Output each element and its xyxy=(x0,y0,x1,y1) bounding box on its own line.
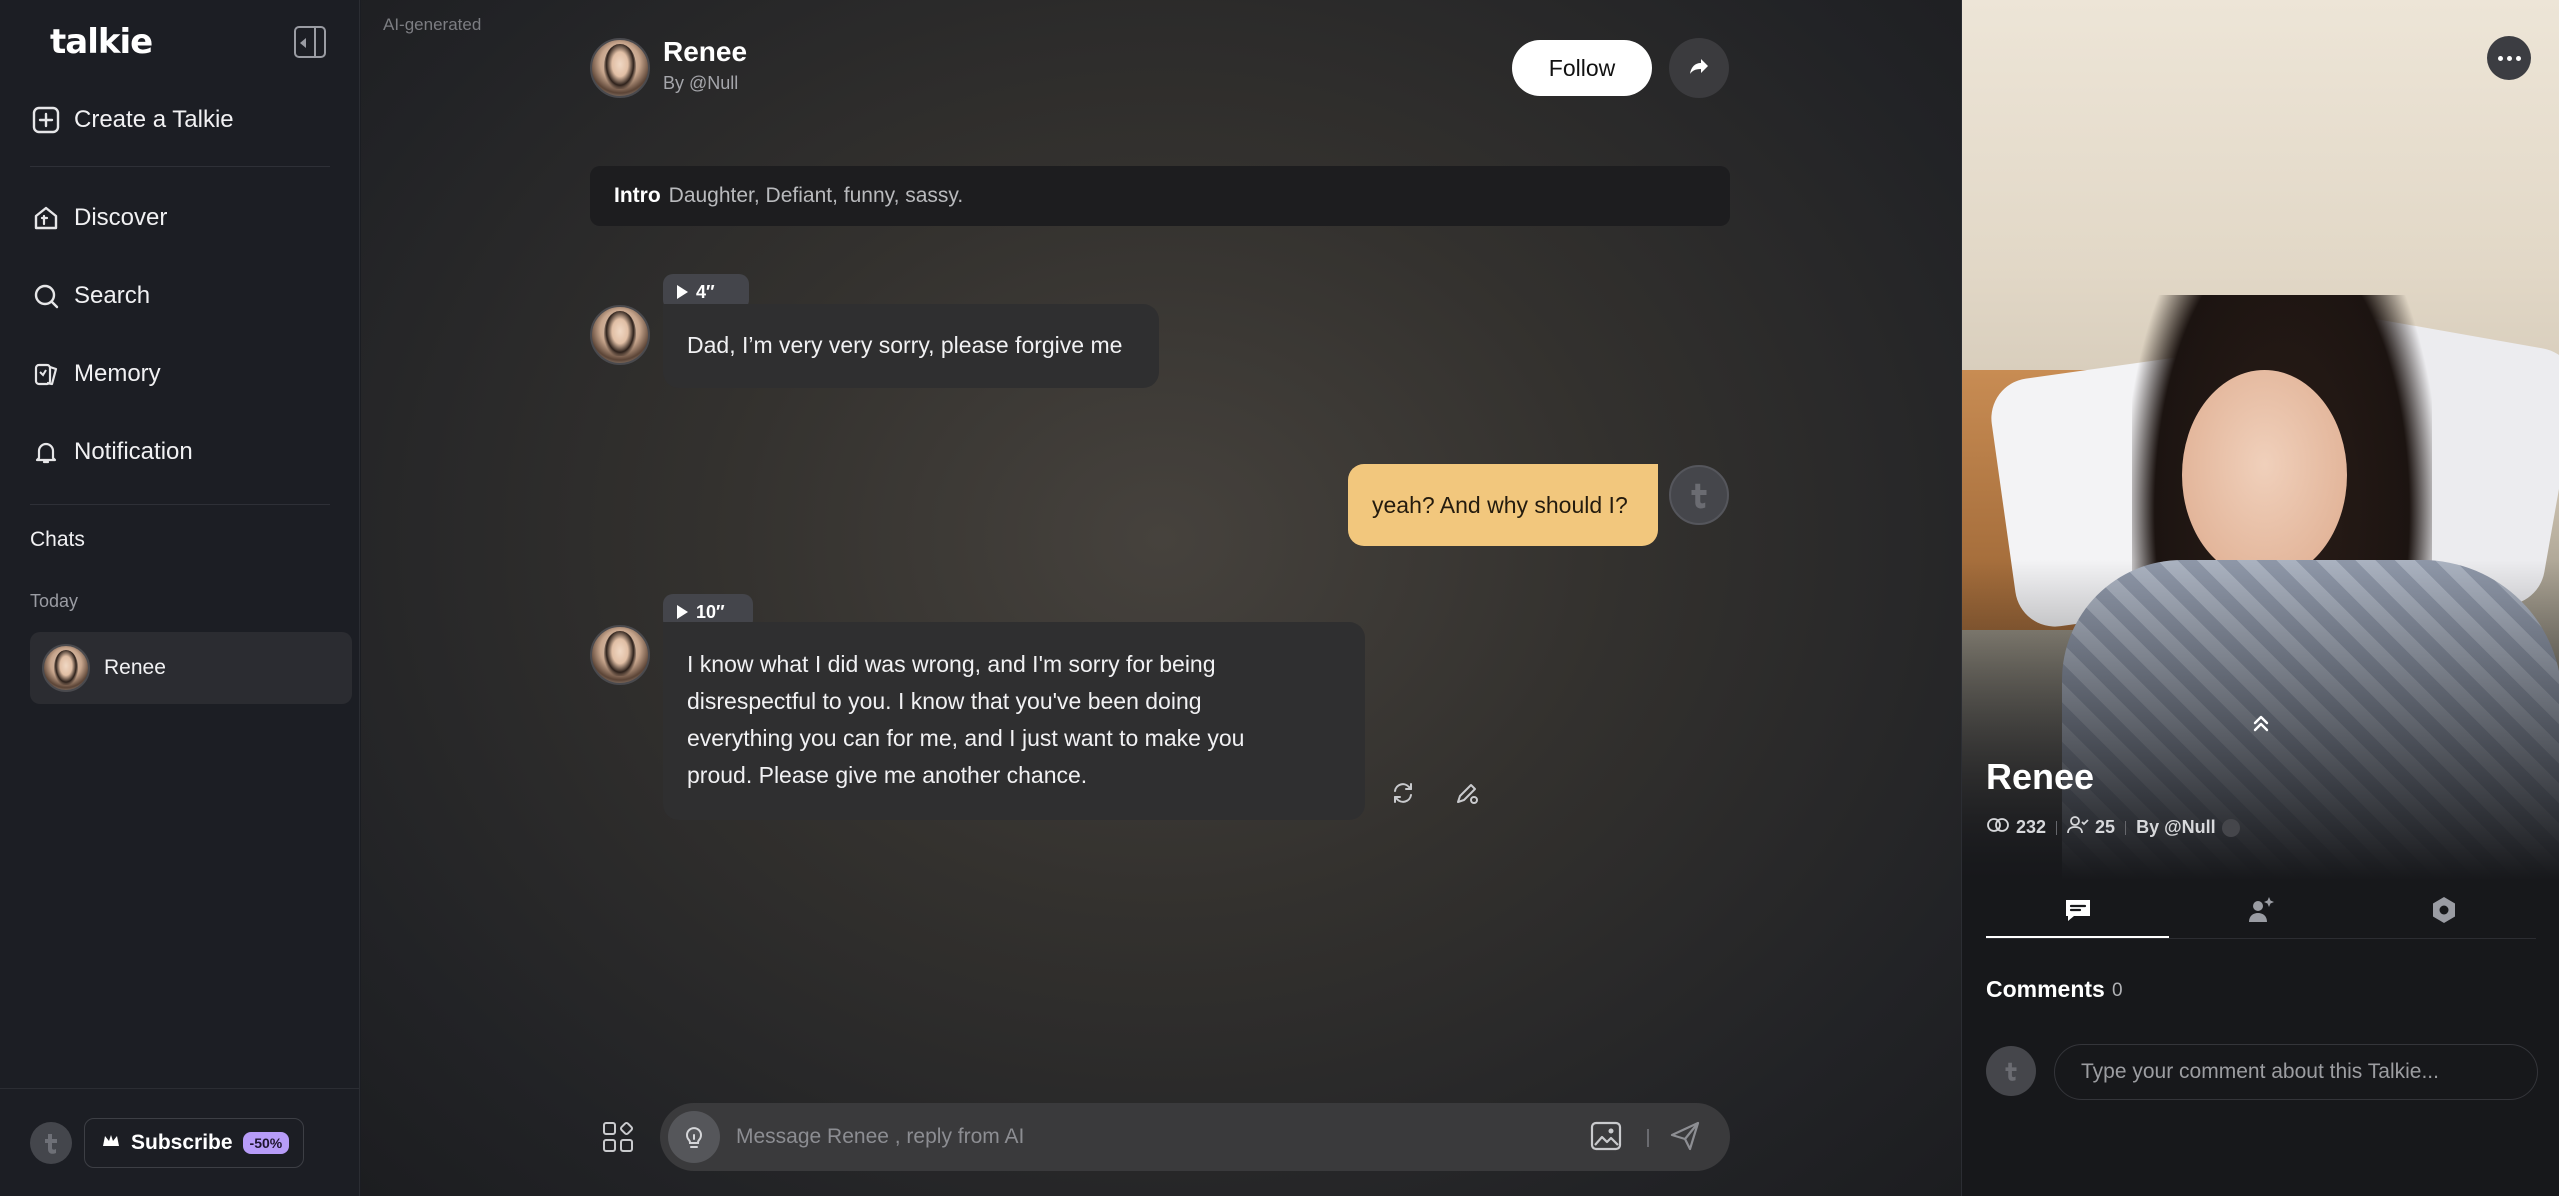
talkie-logo[interactable]: talkie xyxy=(50,22,153,62)
sidebar-item-notification[interactable]: Notification xyxy=(30,424,330,480)
ai-generated-label: AI-generated xyxy=(383,15,482,34)
sidebar-item-label: Notification xyxy=(74,438,193,465)
message-line: everything you can for me, and I just wa… xyxy=(687,725,1245,751)
tab-comments[interactable] xyxy=(1986,885,2169,939)
message-composer xyxy=(660,1103,1730,1171)
message-avatar xyxy=(590,305,650,365)
message-line: I know what I did was wrong, and I'm sor… xyxy=(687,651,1216,677)
profile-stats: 232 25 By @Null xyxy=(1986,816,2240,839)
create-talkie-button[interactable]: Create a Talkie xyxy=(30,92,330,148)
profile-name: Renee xyxy=(1986,756,2095,797)
user-avatar[interactable] xyxy=(30,1122,72,1164)
search-icon xyxy=(30,280,62,312)
views-stat: 232 xyxy=(1986,817,2046,838)
character-avatar[interactable] xyxy=(590,38,650,98)
plus-square-icon xyxy=(30,104,62,136)
follow-button[interactable]: Follow xyxy=(1512,40,1652,96)
chevron-double-up-icon[interactable] xyxy=(2248,710,2274,736)
user-message-bubble: yeah? And why should I? xyxy=(1348,464,1658,546)
audio-duration: 10″ xyxy=(696,601,725,622)
divider xyxy=(30,166,330,167)
message-line: proud. Please give me another chance. xyxy=(687,762,1088,788)
comments-count: 0 xyxy=(2112,980,2123,1001)
divider xyxy=(1986,938,2536,939)
creator-label[interactable]: By @Null xyxy=(663,73,738,94)
create-talkie-label: Create a Talkie xyxy=(74,106,234,133)
creator-label: By @Null xyxy=(2136,817,2216,837)
play-icon xyxy=(677,285,688,299)
sidebar-item-discover[interactable]: Discover xyxy=(30,190,330,246)
photo-face xyxy=(2182,370,2347,580)
ai-message-bubble: Dad, I’m very very sorry, please forgive… xyxy=(663,304,1159,388)
divider xyxy=(2125,820,2127,835)
today-label: Today xyxy=(30,591,79,611)
comment-input[interactable] xyxy=(2054,1044,2538,1100)
divider xyxy=(0,1088,360,1089)
message-text: yeah? And why should I? xyxy=(1372,491,1628,518)
followers-stat: 25 xyxy=(2067,816,2115,839)
intro-label: Intro xyxy=(614,184,661,207)
image-upload-icon[interactable] xyxy=(1590,1121,1624,1153)
message-input[interactable] xyxy=(736,1103,1536,1171)
subscribe-label: Subscribe xyxy=(131,1131,233,1154)
sidebar: talkie Create a Talkie Discover Search M… xyxy=(0,0,360,1196)
tab-settings[interactable] xyxy=(2352,885,2535,939)
message-text: Dad, I’m very very sorry, please forgive… xyxy=(687,332,1123,358)
sidebar-item-label: Discover xyxy=(74,204,168,231)
edit-pencil-icon[interactable] xyxy=(1450,776,1484,810)
divider xyxy=(30,504,330,505)
user-avatar xyxy=(1669,465,1729,525)
comment-bubble-icon xyxy=(2062,894,2094,931)
commenter-avatar xyxy=(1986,1046,2036,1096)
home-t-icon xyxy=(30,202,62,234)
ai-message-bubble: I know what I did was wrong, and I'm sor… xyxy=(663,622,1365,820)
share-arrow-icon xyxy=(1687,54,1711,83)
character-photo xyxy=(1962,0,2559,880)
creator-avatar-icon xyxy=(2221,818,2240,837)
message-line: disrespectful to you. I know that you've… xyxy=(687,688,1202,714)
bell-icon xyxy=(30,436,62,468)
divider xyxy=(1647,1129,1649,1147)
share-button[interactable] xyxy=(1669,38,1729,98)
creator-link[interactable]: By @Null xyxy=(2136,817,2240,838)
character-name[interactable]: Renee xyxy=(663,36,747,68)
chat-avatar xyxy=(42,644,90,692)
collapse-sidebar-icon[interactable] xyxy=(294,26,326,58)
views-count: 232 xyxy=(2016,817,2047,837)
message-avatar xyxy=(590,625,650,685)
more-options-icon[interactable] xyxy=(2487,36,2531,80)
sidebar-item-label: Memory xyxy=(74,360,161,387)
sidebar-item-label: Search xyxy=(74,282,151,309)
sidebar-item-memory[interactable]: Memory xyxy=(30,346,330,402)
views-icon xyxy=(1986,817,2010,838)
comments-heading: Comments xyxy=(1986,976,2105,1002)
chats-heading: Chats xyxy=(30,528,85,551)
hexagon-settings-icon xyxy=(2428,894,2460,931)
audio-duration: 4″ xyxy=(696,281,715,302)
discount-badge: -50% xyxy=(242,1132,290,1154)
memory-cards-icon xyxy=(30,358,62,390)
chat-area: AI-generated Renee By @Null Follow Intro… xyxy=(361,0,1961,1196)
profile-panel: Renee 232 25 By @Null Comments 0 Type yo… xyxy=(1961,0,2559,1196)
divider xyxy=(2056,820,2058,835)
lightbulb-icon[interactable] xyxy=(668,1111,720,1163)
chat-item-renee[interactable]: Renee xyxy=(30,632,352,704)
apps-grid-icon[interactable] xyxy=(601,1120,637,1156)
send-icon[interactable] xyxy=(1668,1119,1704,1155)
crown-icon xyxy=(101,1131,121,1156)
intro-text: Daughter, Defiant, funny, sassy. xyxy=(668,184,964,207)
subscribe-button[interactable]: Subscribe -50% xyxy=(84,1118,304,1168)
chat-item-label: Renee xyxy=(104,656,166,679)
tab-characters[interactable] xyxy=(2169,885,2352,939)
sidebar-item-search[interactable]: Search xyxy=(30,268,330,324)
followers-count: 25 xyxy=(2095,817,2116,837)
profile-tabs xyxy=(1986,885,2536,939)
intro-bar: Intro Daughter, Defiant, funny, sassy. xyxy=(590,166,1730,226)
regenerate-icon[interactable] xyxy=(1386,776,1420,810)
play-icon xyxy=(677,605,688,619)
person-sparkle-icon xyxy=(2245,894,2277,931)
followers-icon xyxy=(2067,816,2089,839)
